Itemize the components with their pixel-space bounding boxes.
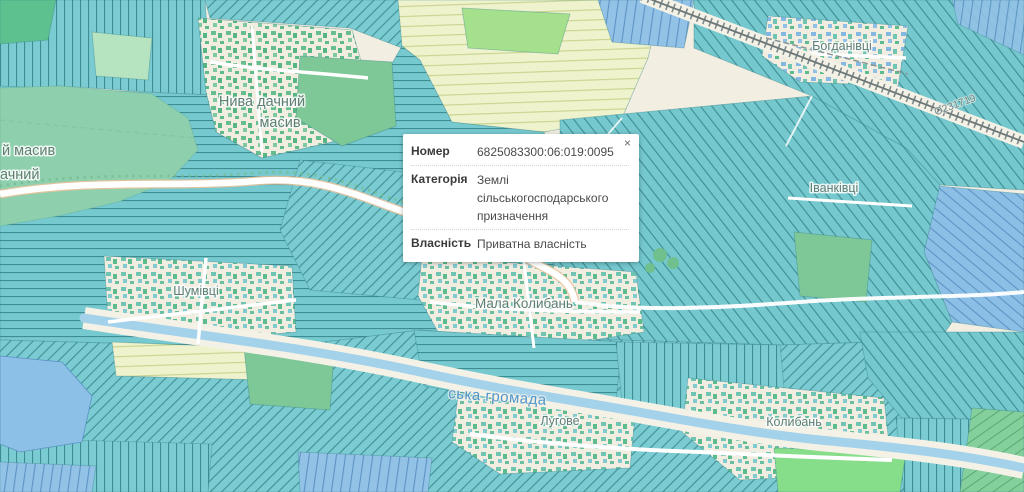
field-label-category: Категорія [411, 172, 468, 186]
map-label-kolyban: Колибань [766, 415, 821, 429]
map-label-mala-kolyban: Мала Колибань [475, 296, 573, 311]
popup-row-number: Номер 6825083300:06:019:0095 [411, 138, 629, 166]
field-value-category: Землі сільськогосподарського призначення [477, 173, 609, 223]
field-label-ownership: Власність [411, 236, 472, 250]
field-label-number: Номер [411, 144, 450, 158]
field-value-ownership: Приватна власність [477, 237, 587, 251]
map-label-ivankivtsi: Іванківці [810, 181, 859, 195]
map-label-shumivtsi: Шумівці [173, 284, 219, 298]
map-label-niva-line1: Нива дачний [219, 94, 305, 110]
parcel-info-popup: × Номер 6825083300:06:019:0095 Категорія… [403, 134, 639, 262]
field-value-number: 6825083300:06:019:0095 [477, 145, 614, 159]
map-label-edge-massif-line1: й масив [2, 143, 56, 159]
map-label-niva-line2: масив [259, 115, 300, 131]
popup-row-ownership: Власність Приватна власність [411, 230, 629, 257]
map-label-bohdanivtsi: Богданівці [812, 39, 872, 53]
map-label-edge-massif-line2: ачний [0, 167, 40, 183]
map-label-luhove: Лугове [540, 414, 579, 428]
popup-row-category: Категорія Землі сільськогосподарського п… [411, 166, 629, 230]
close-icon[interactable]: × [624, 137, 631, 149]
